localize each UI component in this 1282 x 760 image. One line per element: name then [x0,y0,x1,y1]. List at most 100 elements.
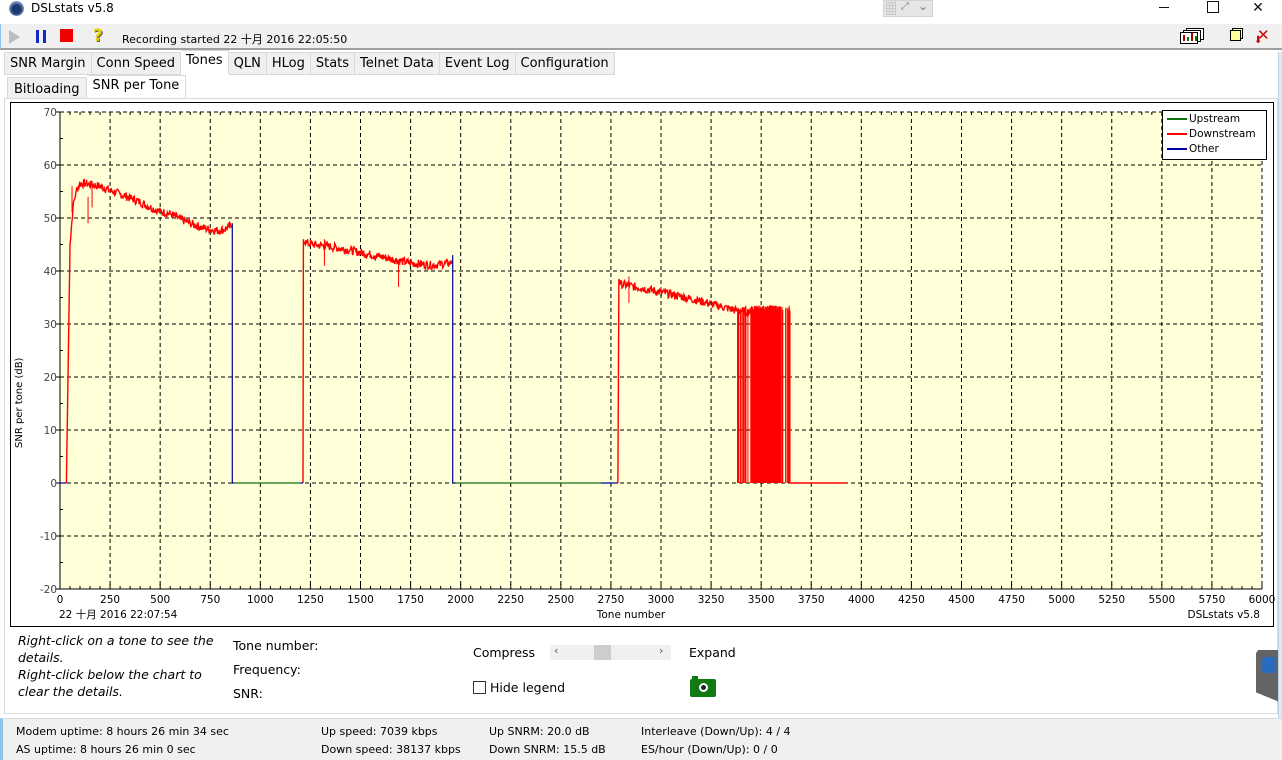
x-tick-label: 2000 [447,594,474,606]
y-tick-label: 20 [44,372,57,384]
play-icon[interactable] [9,30,20,44]
hint-line-1: Right-click on a tone to see the details… [18,633,214,665]
checkbox-box[interactable] [473,681,486,694]
close-button[interactable]: ✕ [1235,0,1281,17]
hide-legend-checkbox[interactable]: Hide legend [473,680,565,695]
charts-icon[interactable] [1180,28,1204,44]
status-bar: Modem uptime: 8 hours 26 min 34 sec AS u… [0,718,1282,760]
help-icon[interactable]: ? [93,26,103,46]
x-tick-label: 2250 [497,594,524,606]
tab-configuration[interactable]: Configuration [515,52,615,75]
chart-timestamp: 22 十月 2016 22:07:54 [59,608,178,621]
x-tick-label: 500 [150,594,170,606]
expand-label: Expand [689,645,736,660]
es-per-hour: ES/hour (Down/Up): 0 / 0 [641,743,778,756]
minimize-button[interactable] [1142,0,1188,17]
compress-label: Compress [473,645,536,660]
tab-tones[interactable]: Tones [180,50,229,74]
legend-swatch [1167,148,1187,150]
main-tabs: SNR Margin Conn Speed Tones QLN HLog Sta… [4,50,615,75]
right-click-hint: Right-click on a tone to see the details… [18,632,218,700]
tone-number-label: Tone number: [233,638,319,653]
x-tick-label: 250 [100,594,120,606]
snr-chart[interactable]: 0 250 500 750 1000 1250 1500 1750 2000 2250 2500 27… [10,102,1275,628]
subtab-snr-per-tone[interactable]: SNR per Tone [86,75,187,99]
y-tick-label: 30 [44,319,57,331]
x-tick-label: 3250 [698,594,725,606]
x-tick-label: 1500 [347,594,374,606]
x-tick-label: 2750 [598,594,625,606]
y-tick-label: 70 [44,107,57,119]
pause-icon[interactable] [36,30,46,43]
legend-downstream: Downstream [1167,127,1256,141]
tab-stats[interactable]: Stats [310,52,356,75]
tab-telnet-data[interactable]: Telnet Data [355,52,440,75]
x-tick-label: 4500 [948,594,975,606]
x-tick-label: 2500 [547,594,574,606]
app-logo-icon [9,1,24,16]
x-tick-label: 6000 [1249,594,1275,606]
x-tick-label: 0 [57,594,64,606]
x-tick-label: 4250 [898,594,925,606]
sticky-note-icon[interactable] [1230,30,1241,41]
x-tick-label: 5000 [1048,594,1075,606]
x-tick-label: 5250 [1098,594,1125,606]
maximize-button[interactable] [1189,0,1235,17]
down-snrm: Down SNRM: 15.5 dB [489,743,606,756]
snap-layout-widget[interactable]: ⤢ ⌄ [883,0,933,17]
y-axis-label: SNR per tone (dB) [14,357,25,448]
title-bar: DSLstats v5.8 ⤢ ⌄ ✕ [0,0,1282,24]
x-tick-label: 3750 [798,594,825,606]
x-tick-label: 1000 [247,594,274,606]
legend-label: Downstream [1189,128,1256,140]
close-download-icon[interactable]: ✕ [1257,26,1270,44]
x-tick-label: 3000 [648,594,675,606]
grid-icon [886,2,896,15]
modem-uptime: Modem uptime: 8 hours 26 min 34 sec [16,725,229,738]
interleave: Interleave (Down/Up): 4 / 4 [641,725,791,738]
recording-status: Recording started 22 十月 2016 22:05:50 [122,33,348,46]
x-tick-label: 1250 [297,594,324,606]
y-tick-label: -20 [40,584,57,596]
y-tick-label: 0 [50,478,57,490]
frequency-label: Frequency: [233,662,301,677]
tab-hlog[interactable]: HLog [266,52,311,75]
y-tick-label: 10 [44,425,57,437]
y-tick-label: 40 [44,266,57,278]
scroll-left-icon[interactable]: ‹ [554,644,558,657]
y-tick-label: -10 [40,531,57,543]
scroll-right-icon[interactable]: › [659,644,663,657]
x-tick-label: 4750 [998,594,1025,606]
tab-conn-speed[interactable]: Conn Speed [91,52,181,75]
legend-upstream: Upstream [1167,112,1240,126]
x-axis-label: Tone number [596,609,666,621]
chart-svg[interactable]: 0 250 500 750 1000 1250 1500 1750 2000 2250 2500 27… [11,103,1275,628]
x-tick-label: 5500 [1148,594,1175,606]
up-snrm: Up SNRM: 20.0 dB [489,725,590,738]
toolbar: ? Recording started 22 十月 2016 22:05:50 … [0,24,1282,50]
snr-label: SNR: [233,686,263,701]
x-tick-label: 4000 [848,594,875,606]
zoom-scrollbar[interactable]: ‹ › [550,644,671,660]
camera-icon[interactable] [690,676,716,697]
tab-event-log[interactable]: Event Log [439,52,516,75]
window-title: DSLstats v5.8 [31,1,114,15]
tab-snr-margin[interactable]: SNR Margin [4,52,92,75]
expand-icon: ⤢ [901,1,909,12]
x-tick-label: 3500 [748,594,775,606]
stop-icon[interactable] [60,29,73,42]
chevron-down-icon: ⌄ [918,0,929,13]
legend-label: Other [1189,143,1219,155]
legend-other: Other [1167,142,1219,156]
up-speed: Up speed: 7039 kbps [321,725,438,738]
y-tick-label: 50 [44,213,57,225]
legend-label: Upstream [1189,113,1241,125]
subtab-bitloading[interactable]: Bitloading [7,77,87,99]
scroll-thumb[interactable] [594,645,611,660]
tab-qln[interactable]: QLN [228,52,267,75]
chart-watermark: DSLstats v5.8 [1188,609,1260,621]
as-uptime: AS uptime: 8 hours 26 min 0 sec [16,743,196,756]
hint-line-2: Right-click below the chart to clear the… [18,667,202,699]
x-tick-label: 750 [200,594,220,606]
x-tick-label: 5750 [1199,594,1226,606]
